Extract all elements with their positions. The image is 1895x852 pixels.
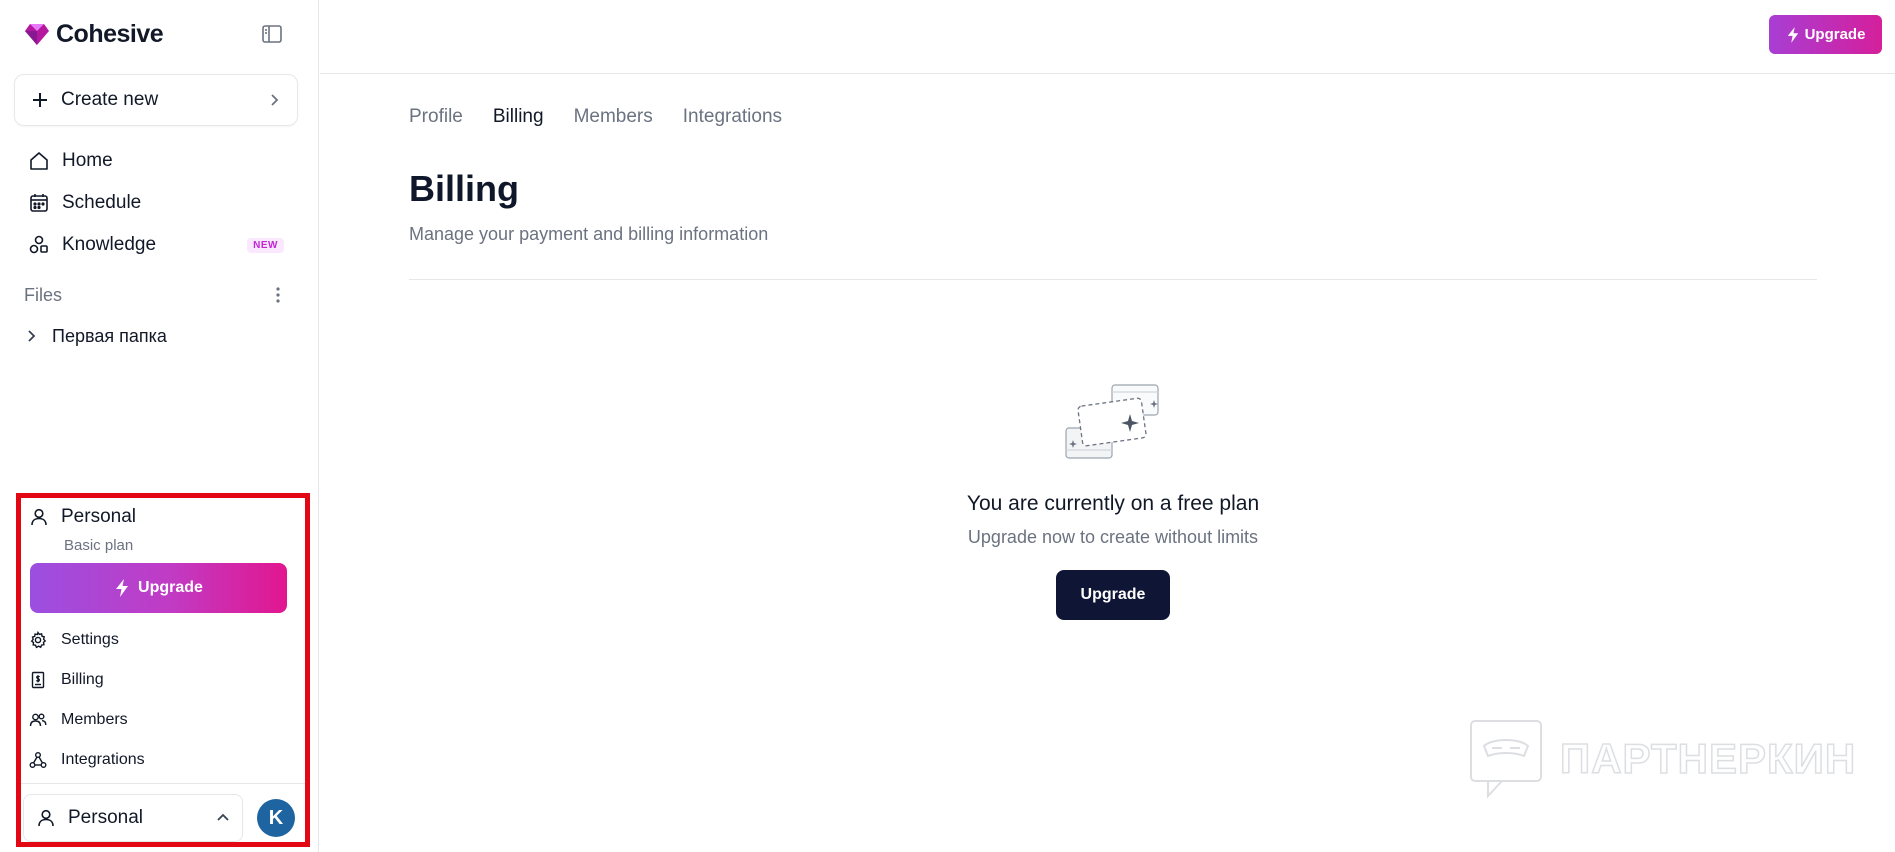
upgrade-top-label: Upgrade bbox=[1804, 26, 1866, 43]
menu-item-members[interactable]: Members bbox=[29, 700, 289, 740]
cohesive-logo-icon bbox=[25, 24, 49, 45]
integrations-icon bbox=[29, 752, 47, 768]
sidebar-item-label: Knowledge bbox=[62, 234, 157, 255]
lightning-icon bbox=[116, 579, 129, 597]
upgrade-top-button[interactable]: Upgrade bbox=[1769, 15, 1882, 54]
upgrade-button[interactable]: Upgrade bbox=[30, 563, 287, 613]
page-title: Billing bbox=[409, 168, 519, 209]
user-icon bbox=[38, 809, 54, 827]
files-options-button[interactable] bbox=[268, 283, 288, 307]
account-menu: Personal Basic plan Upgrade Settings Bil… bbox=[16, 493, 310, 847]
chevron-right-icon bbox=[271, 94, 279, 106]
knowledge-icon bbox=[29, 235, 48, 254]
watermark: ПАРТНЕРКИН bbox=[1468, 718, 1856, 800]
receipt-icon bbox=[31, 671, 45, 689]
watermark-logo-icon bbox=[1470, 720, 1542, 799]
sidebar-item-schedule[interactable]: Schedule bbox=[14, 182, 298, 224]
gear-icon bbox=[30, 631, 47, 649]
watermark-text: ПАРТНЕРКИН bbox=[1559, 734, 1857, 783]
empty-state-upgrade-button[interactable]: Upgrade bbox=[1056, 570, 1170, 620]
menu-item-settings[interactable]: Settings bbox=[29, 620, 289, 660]
account-menu-list: Settings Billing Members Integrations bbox=[29, 620, 289, 780]
folder-label: Первая папка bbox=[52, 325, 167, 346]
upgrade-button-label: Upgrade bbox=[138, 579, 203, 596]
tab-integrations[interactable]: Integrations bbox=[683, 106, 782, 128]
new-badge: NEW bbox=[247, 237, 284, 253]
workspace-header: Personal bbox=[29, 506, 136, 528]
create-new-button[interactable]: Create new bbox=[14, 74, 298, 126]
tab-members[interactable]: Members bbox=[574, 106, 653, 128]
calendar-icon bbox=[30, 194, 48, 212]
user-icon bbox=[31, 508, 47, 526]
menu-item-label: Settings bbox=[61, 631, 119, 648]
workspace-switcher[interactable]: Personal bbox=[23, 794, 243, 842]
sidebar-item-knowledge[interactable]: Knowledge NEW bbox=[14, 224, 298, 266]
brand[interactable]: Cohesive bbox=[24, 18, 164, 50]
files-section-header: Files bbox=[24, 283, 288, 307]
avatar[interactable]: K bbox=[257, 799, 295, 837]
sidebar-item-home[interactable]: Home bbox=[14, 140, 298, 182]
more-vertical-icon bbox=[276, 287, 280, 303]
menu-item-label: Billing bbox=[61, 671, 104, 688]
sidebar-item-label: Home bbox=[62, 150, 113, 171]
menu-item-label: Members bbox=[61, 711, 128, 728]
menu-item-integrations[interactable]: Integrations bbox=[29, 740, 289, 780]
lightning-icon bbox=[1787, 26, 1798, 43]
sidebar: Cohesive Create new Home Schedule Knowle… bbox=[0, 0, 319, 852]
tab-billing[interactable]: Billing bbox=[493, 106, 544, 128]
files-label: Files bbox=[24, 284, 63, 305]
brand-name: Cohesive bbox=[56, 19, 164, 48]
divider bbox=[409, 279, 1817, 280]
sidebar-item-label: Schedule bbox=[62, 192, 142, 213]
sidebar-nav: Home Schedule Knowledge NEW bbox=[14, 140, 298, 266]
menu-item-label: Integrations bbox=[61, 751, 145, 768]
plus-icon bbox=[33, 93, 47, 107]
top-bar: Upgrade bbox=[320, 0, 1895, 74]
users-icon bbox=[29, 713, 47, 727]
sidebar-toggle-icon bbox=[262, 25, 282, 43]
folder-item[interactable]: Первая папка bbox=[24, 320, 167, 352]
empty-state-subtitle: Upgrade now to create without limits bbox=[967, 527, 1259, 547]
menu-divider bbox=[21, 783, 305, 784]
chevron-right-icon bbox=[28, 330, 36, 342]
tab-profile[interactable]: Profile bbox=[409, 106, 463, 128]
empty-plan-illustration-icon bbox=[1065, 384, 1159, 459]
workspace-switcher-label: Personal bbox=[68, 807, 143, 828]
chevron-up-icon bbox=[217, 813, 229, 821]
home-icon bbox=[30, 152, 48, 170]
settings-tabs: Profile Billing Members Integrations bbox=[409, 106, 782, 128]
workspace-name: Personal bbox=[61, 506, 136, 527]
collapse-sidebar-button[interactable] bbox=[258, 20, 286, 48]
create-new-label: Create new bbox=[61, 89, 159, 110]
empty-state-title: You are currently on a free plan bbox=[966, 492, 1260, 515]
menu-item-billing[interactable]: Billing bbox=[29, 660, 289, 700]
page-subtitle: Manage your payment and billing informat… bbox=[409, 224, 769, 244]
plan-label: Basic plan bbox=[64, 537, 134, 554]
